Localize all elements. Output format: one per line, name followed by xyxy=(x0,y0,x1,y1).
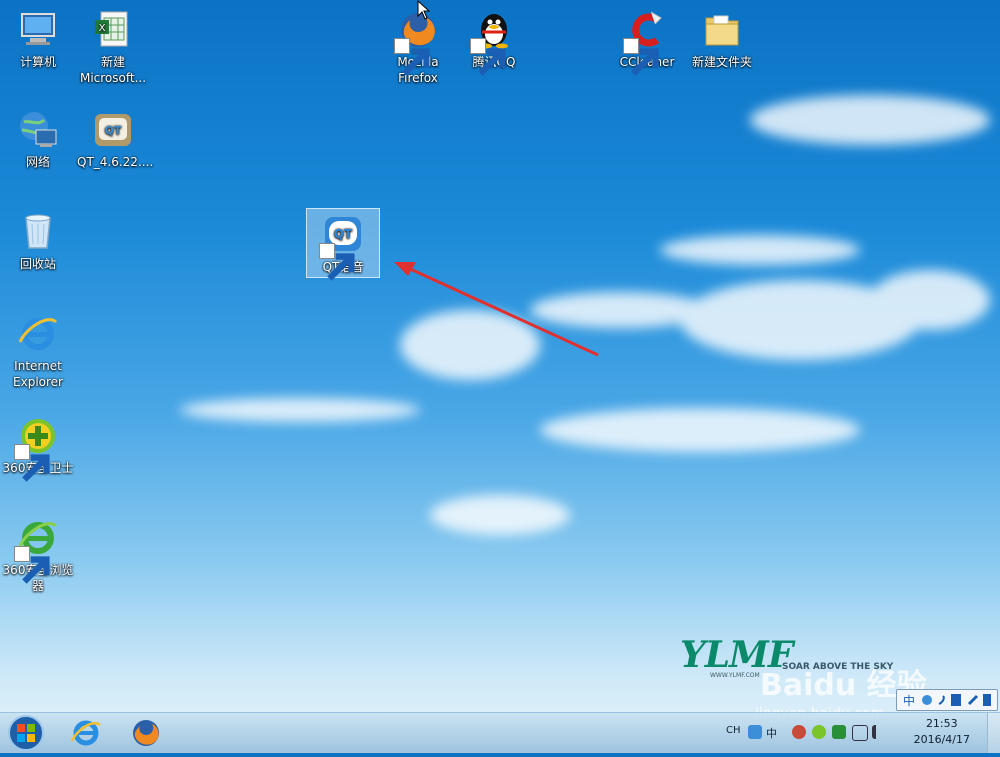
desktop-icon-new-excel[interactable]: X 新建 Microsoft... xyxy=(77,4,149,86)
recycle-bin-icon xyxy=(16,210,60,254)
system-tray: CH 中 21:53 2016/4/17 xyxy=(720,713,1000,753)
shortcut-arrow-icon xyxy=(14,444,50,482)
logo-url: WWW.YLMF.COM xyxy=(710,672,760,679)
shortcut-arrow-icon xyxy=(14,546,50,584)
excel-file-icon: X xyxy=(91,8,135,52)
taskbar-firefox-button[interactable] xyxy=(126,715,166,751)
folder-icon xyxy=(700,8,744,52)
icon-label: 计算机 xyxy=(19,55,56,69)
network-tray-icon[interactable] xyxy=(852,725,868,741)
language-indicator[interactable]: CH xyxy=(726,725,741,736)
desktop-icon-qt-installer[interactable]: QT QT_4.6.22.... xyxy=(77,104,154,170)
icon-label: QT_4.6.22.... xyxy=(77,155,154,169)
shortcut-arrow-icon xyxy=(319,243,355,281)
computer-icon xyxy=(16,8,60,52)
desktop-icon-360-browser[interactable]: 360安全浏览 器 xyxy=(2,512,74,594)
qq-penguin-icon xyxy=(470,8,516,76)
start-orb-icon xyxy=(8,715,44,751)
ime-q-icon[interactable] xyxy=(748,725,762,739)
qt-installer-icon: QT xyxy=(91,108,135,152)
shortcut-arrow-icon xyxy=(394,38,430,76)
shortcut-arrow-icon xyxy=(470,38,506,76)
clock-date: 2016/4/17 xyxy=(913,733,970,746)
shortcut-arrow-icon xyxy=(623,38,659,76)
desktop-icon-ccleaner[interactable]: CCleaner xyxy=(611,4,683,76)
svg-text:QT: QT xyxy=(334,227,353,241)
taskbar: CH 中 21:53 2016/4/17 xyxy=(0,712,1000,753)
ccleaner-icon xyxy=(623,8,669,76)
tray-app-icon[interactable] xyxy=(792,725,806,739)
firefox-icon xyxy=(133,720,159,746)
ime-toolbar[interactable]: 中 xyxy=(896,689,998,711)
volume-icon[interactable] xyxy=(872,725,890,739)
internet-explorer-icon xyxy=(70,720,101,746)
show-desktop-button[interactable] xyxy=(987,713,1000,753)
clock[interactable]: 21:53 2016/4/17 xyxy=(914,716,970,748)
mouse-cursor-icon xyxy=(417,0,431,20)
icon-label: 回收站 xyxy=(19,257,56,271)
360-tray-icon[interactable] xyxy=(812,725,826,739)
svg-text:QT: QT xyxy=(105,124,122,137)
internet-explorer-icon xyxy=(16,312,60,356)
taskbar-ie-button[interactable] xyxy=(66,715,106,751)
chinese-input-icon[interactable]: 中 xyxy=(766,725,780,740)
desktop-icon-recycle-bin[interactable]: 回收站 xyxy=(2,206,74,272)
360-safe-icon xyxy=(14,414,60,482)
desktop-icon-internet-explorer[interactable]: Internet Explorer xyxy=(2,308,74,390)
icon-label: 新建文件夹 xyxy=(691,55,752,69)
qt-voice-icon: QT xyxy=(319,213,365,281)
svg-text:X: X xyxy=(99,23,106,34)
clock-time: 21:53 xyxy=(925,717,958,730)
shield-icon[interactable] xyxy=(832,725,846,739)
desktop-icon-qt-voice[interactable]: QT QT语音 xyxy=(306,208,380,281)
svg-text:中: 中 xyxy=(903,693,915,708)
icon-label: Internet Explorer xyxy=(13,359,63,389)
desktop-icon-360-safe[interactable]: 360安全卫士 xyxy=(2,410,74,482)
icon-label: 新建 Microsoft... xyxy=(79,55,147,85)
desktop-icon-new-folder[interactable]: 新建文件夹 xyxy=(686,4,758,70)
desktop-icon-tencent-qq[interactable]: 腾讯QQ xyxy=(458,4,530,76)
desktop-icon-computer[interactable]: 计算机 xyxy=(2,4,74,70)
icon-label: 网络 xyxy=(25,155,50,169)
start-button[interactable] xyxy=(6,713,46,753)
desktop-icon-network[interactable]: 网络 xyxy=(2,104,74,170)
360-browser-icon xyxy=(14,516,60,584)
network-icon xyxy=(16,108,60,152)
